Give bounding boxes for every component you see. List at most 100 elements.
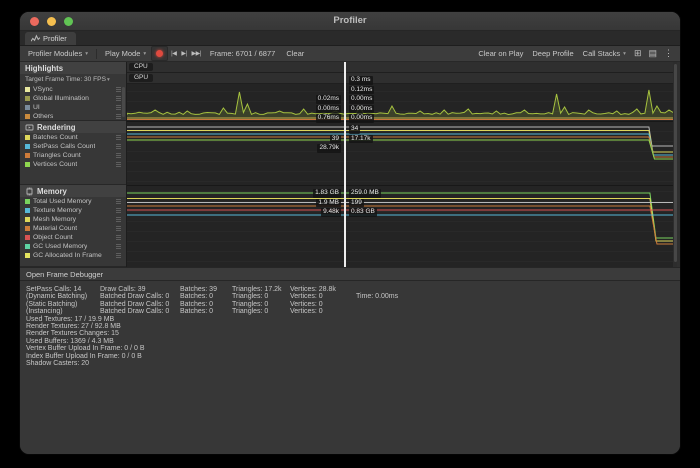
legend-item[interactable]: Texture Memory [20, 206, 126, 215]
series-label: GC Allocated In Frame [33, 252, 102, 259]
module-header-highlights[interactable]: Highlights [20, 62, 126, 74]
legend-item[interactable]: GC Allocated In Frame [20, 251, 126, 260]
drag-handle-icon[interactable] [116, 164, 121, 165]
legend-item[interactable]: Vertices Count [20, 160, 126, 169]
series-color-swatch [25, 235, 30, 240]
frame-value-right: 0.00ms [349, 105, 374, 114]
module-header-memory[interactable]: Memory [20, 185, 126, 197]
drag-handle-icon[interactable] [116, 237, 121, 238]
stats-cell: Vertices: 0 [290, 293, 356, 300]
chart-scrollbar-thumb[interactable] [674, 64, 677, 262]
legend-item[interactable]: Total Used Memory [20, 197, 126, 206]
series-label: Texture Memory [33, 207, 82, 214]
legend-item[interactable]: VSync [20, 85, 126, 94]
call-stacks-dropdown[interactable]: Call Stacks ▾ [579, 47, 630, 60]
drag-handle-icon[interactable] [116, 210, 121, 211]
frame-value-left: 0.02ms [316, 95, 341, 104]
series-color-swatch [25, 153, 30, 158]
series-color-swatch [25, 244, 30, 249]
stats-line: Shadow Casters: 20 [26, 360, 680, 367]
panel-icon[interactable]: ▤ [645, 47, 660, 60]
module-title: Memory [37, 187, 67, 196]
series-label: Triangles Count [33, 152, 81, 159]
open-frame-debugger-button[interactable]: Open Frame Debugger [26, 270, 103, 279]
minimize-window-button[interactable] [47, 17, 56, 26]
window-titlebar[interactable]: Profiler [20, 12, 680, 31]
legend-item[interactable]: Object Count [20, 233, 126, 242]
drag-handle-icon[interactable] [116, 98, 121, 99]
module-sidebar: Highlights Target Frame Time: 30 FPS ▾ V… [20, 62, 127, 267]
clear-on-play-toggle[interactable]: Clear on Play [474, 47, 527, 60]
drag-handle-icon[interactable] [116, 155, 121, 156]
chart-scrollbar[interactable] [673, 62, 677, 267]
series-label: Global Illumination [33, 95, 89, 102]
target-frame-time-dropdown[interactable]: Target Frame Time: 30 FPS ▾ [20, 74, 126, 85]
sidebar-scrollbar[interactable] [122, 87, 125, 117]
drag-handle-icon[interactable] [116, 89, 121, 90]
play-mode-label: Play Mode [105, 49, 140, 58]
legend-item[interactable]: Mesh Memory [20, 215, 126, 224]
stats-cell [356, 301, 416, 308]
drag-handle-icon[interactable] [116, 137, 121, 138]
menu-kebab-icon[interactable]: ⋮ [661, 47, 676, 60]
gpu-track-row[interactable]: GPU [127, 73, 673, 84]
module-highlights: Highlights Target Frame Time: 30 FPS ▾ V… [20, 62, 126, 121]
cpu-chart[interactable] [127, 84, 673, 121]
next-frame-button[interactable]: ▶| [179, 47, 188, 60]
previous-frame-button[interactable]: |◀ [169, 47, 178, 60]
rendering-stats-panel: SetPass Calls: 14 Draw Calls: 39 Batches… [20, 281, 680, 454]
legend-item[interactable]: GC Used Memory [20, 242, 126, 251]
drag-handle-icon[interactable] [116, 219, 121, 220]
chart-area[interactable]: CPU GPU [127, 62, 677, 267]
memory-chart[interactable] [127, 186, 673, 267]
layout-grid-icon[interactable]: ⊞ [631, 47, 645, 60]
tab-label: Profiler [43, 34, 67, 43]
stats-cell: (Dynamic Batching) [26, 293, 100, 300]
drag-handle-icon[interactable] [116, 116, 121, 117]
drag-handle-icon[interactable] [116, 255, 121, 256]
tab-profiler[interactable]: Profiler [25, 32, 76, 45]
stats-cell: Vertices: 0 [290, 308, 356, 315]
drag-handle-icon[interactable] [116, 228, 121, 229]
legend-item[interactable]: SetPass Calls Count [20, 142, 126, 151]
stats-line: Vertex Buffer Upload In Frame: 0 / 0 B [26, 345, 680, 352]
drag-handle-icon[interactable] [116, 107, 121, 108]
profiler-icon [31, 34, 40, 43]
series-color-swatch [25, 96, 30, 101]
zoom-window-button[interactable] [64, 17, 73, 26]
legend-item[interactable]: UI [20, 103, 126, 112]
legend-item[interactable]: Global Illumination [20, 94, 126, 103]
record-button[interactable] [151, 46, 168, 61]
stats-line: Used Textures: 17 / 19.9 MB [26, 316, 680, 323]
legend-item[interactable]: Triangles Count [20, 151, 126, 160]
legend-item[interactable]: Others [20, 112, 126, 121]
frame-value-left: 0.76ms [316, 114, 341, 123]
close-window-button[interactable] [30, 17, 39, 26]
stats-cell: (Instancing) [26, 308, 100, 315]
rendering-chart[interactable] [127, 122, 673, 185]
module-title: Highlights [25, 64, 63, 73]
frame-playhead[interactable] [344, 62, 346, 267]
clear-button[interactable]: Clear [282, 47, 308, 60]
current-frame-button[interactable]: ▶▶| [190, 47, 203, 60]
frame-value-right: 199 [349, 199, 364, 208]
tab-bar: Profiler [20, 31, 680, 46]
deep-profile-toggle[interactable]: Deep Profile [528, 47, 577, 60]
gpu-row-label: GPU [129, 74, 153, 82]
frame-value-right: 0.12ms [349, 86, 374, 95]
chevron-down-icon: ▾ [623, 51, 626, 57]
stats-cell: Batches: 0 [180, 301, 232, 308]
legend-item[interactable]: Batches Count [20, 133, 126, 142]
drag-handle-icon[interactable] [116, 201, 121, 202]
drag-handle-icon[interactable] [116, 246, 121, 247]
play-mode-dropdown[interactable]: Play Mode ▾ [101, 47, 150, 60]
profiler-modules-dropdown[interactable]: Profiler Modules ▾ [24, 47, 92, 60]
record-icon [156, 50, 163, 57]
drag-handle-icon[interactable] [116, 146, 121, 147]
module-header-rendering[interactable]: Rendering [20, 121, 126, 133]
module-memory: Memory Total Used Memory Texture Memory [20, 185, 126, 267]
cpu-track-row[interactable]: CPU [127, 62, 673, 73]
stats-cell: Batched Draw Calls: 0 [100, 308, 180, 315]
stats-cell [356, 286, 416, 293]
legend-item[interactable]: Material Count [20, 224, 126, 233]
